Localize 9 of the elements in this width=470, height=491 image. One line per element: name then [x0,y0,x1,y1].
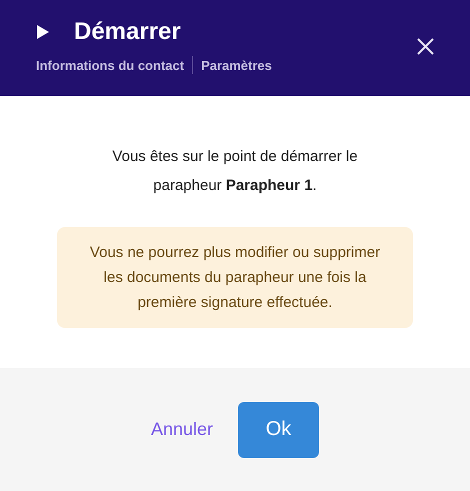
breadcrumb-link[interactable]: Paramètres [201,58,272,72]
play-icon [36,24,50,40]
confirmation-message: Vous êtes sur le point de démarrer le parapheur Parapheur 1. [111,147,359,196]
cancel-button[interactable]: Annuler [150,415,214,444]
warning-message: Vous ne pourrez plus modifier ou supprimer les documents du parapheur une fois la première signature effectuée. [57,227,413,328]
breadcrumb-link[interactable]: Informations du contact [36,58,184,72]
ok-button[interactable]: Ok [238,402,320,458]
dialog-title: Démarrer [74,18,181,46]
close-button[interactable] [417,38,434,55]
